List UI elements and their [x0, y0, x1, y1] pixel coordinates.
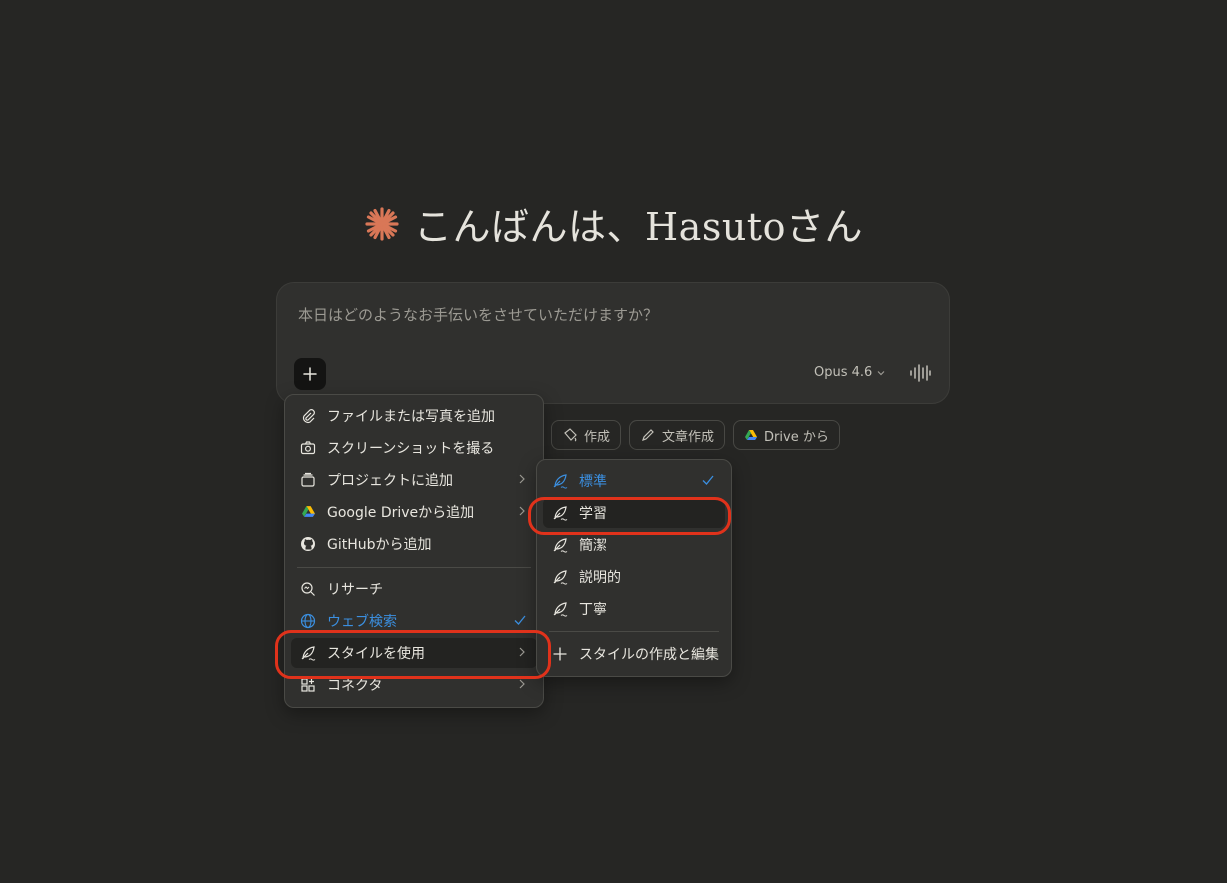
menu-item-research[interactable]: リサーチ — [291, 574, 537, 604]
checkmark-icon — [702, 475, 714, 485]
suggestion-chips: 作成 文章作成 Drive から — [551, 420, 840, 450]
model-selector[interactable]: Opus 4.6 — [814, 365, 886, 380]
chip-drive[interactable]: Drive から — [733, 420, 840, 450]
menu-separator — [297, 567, 531, 568]
style-create-label: スタイルの作成と編集 — [579, 647, 719, 663]
style-item-label: 丁寧 — [579, 602, 607, 618]
chip-writing[interactable]: 文章作成 — [629, 420, 726, 450]
style-item-standard[interactable]: 標準 — [543, 466, 725, 496]
composer-placeholder[interactable]: 本日はどのようなお手伝いをさせていただけますか？ — [298, 304, 658, 325]
feather-icon — [551, 536, 569, 554]
globe-icon — [299, 612, 317, 630]
pencil-icon — [642, 429, 654, 441]
style-create-edit-button[interactable]: スタイルの作成と編集 — [543, 639, 725, 669]
github-icon — [299, 535, 317, 553]
menu-item-add-file[interactable]: ファイルまたは写真を追加 — [291, 401, 537, 431]
menu-item-label: ウェブ検索 — [327, 614, 397, 630]
paint-icon — [564, 428, 577, 442]
menu-item-label: GitHubから追加 — [327, 537, 432, 553]
voice-icon — [910, 364, 931, 382]
feather-icon — [551, 472, 569, 490]
plus-icon — [303, 367, 317, 381]
chip-label: 作成 — [584, 429, 611, 445]
plus-icon — [551, 645, 569, 663]
greeting-text: こんばんは、Hasutoさん — [414, 205, 863, 249]
style-item-explanatory[interactable]: 説明的 — [543, 562, 725, 592]
highlight-ring-use-style — [275, 630, 551, 679]
menu-item-google-drive[interactable]: Google Driveから追加 — [291, 497, 537, 527]
chevron-right-icon — [519, 506, 525, 516]
style-item-label: 標準 — [579, 474, 607, 490]
highlight-ring-learning — [528, 497, 731, 535]
claude-logo-icon — [365, 206, 399, 241]
google-drive-icon — [299, 503, 317, 521]
menu-item-label: Google Driveから追加 — [327, 505, 475, 521]
greeting: こんばんは、Hasutoさん — [0, 196, 1227, 251]
menu-item-add-project[interactable]: プロジェクトに追加 — [291, 465, 537, 495]
chevron-down-icon — [877, 370, 885, 375]
chip-label: 文章作成 — [662, 429, 715, 445]
checkmark-icon — [514, 615, 526, 625]
feather-icon — [551, 600, 569, 618]
style-item-label: 説明的 — [579, 570, 621, 586]
chat-composer[interactable]: 本日はどのようなお手伝いをさせていただけますか？ Opus 4.6 — [276, 282, 950, 404]
menu-item-label: ファイルまたは写真を追加 — [327, 409, 495, 425]
menu-item-github[interactable]: GitHubから追加 — [291, 529, 537, 559]
voice-button[interactable] — [909, 364, 931, 386]
chip-label: Drive から — [764, 429, 829, 445]
submenu-separator — [549, 631, 719, 632]
menu-item-label: リサーチ — [327, 582, 383, 598]
camera-icon — [299, 439, 317, 457]
paperclip-icon — [299, 407, 317, 425]
style-item-formal[interactable]: 丁寧 — [543, 594, 725, 624]
chevron-right-icon — [519, 679, 525, 689]
chevron-right-icon — [519, 474, 525, 484]
google-drive-icon — [745, 429, 758, 440]
research-icon — [299, 580, 317, 598]
feather-icon — [551, 568, 569, 586]
style-item-label: 簡潔 — [579, 538, 607, 554]
menu-item-label: プロジェクトに追加 — [327, 473, 453, 489]
project-icon — [299, 471, 317, 489]
style-submenu: 標準 学習 簡潔 説明的 丁寧 スタイルの作成と編集 — [536, 459, 732, 677]
model-label: Opus 4.6 — [814, 365, 873, 380]
menu-item-label: スクリーンショットを撮る — [327, 441, 495, 457]
chip-create[interactable]: 作成 — [551, 420, 622, 450]
add-content-button[interactable] — [294, 358, 326, 390]
menu-item-screenshot[interactable]: スクリーンショットを撮る — [291, 433, 537, 463]
